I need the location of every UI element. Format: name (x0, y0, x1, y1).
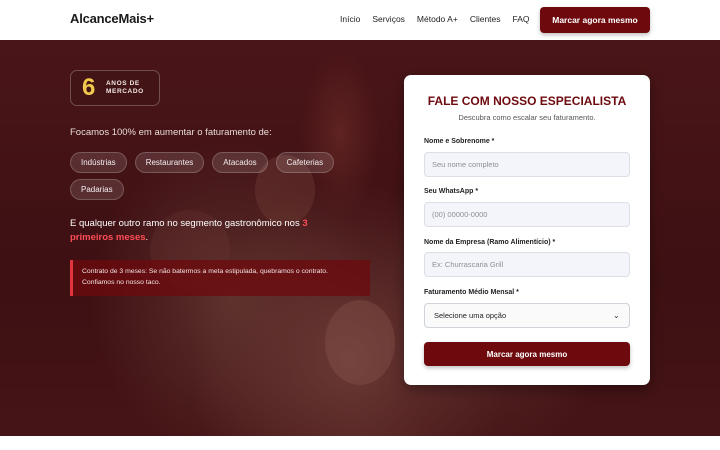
years-label-line1: ANOS DE (106, 80, 140, 87)
segment-chip: Cafeterias (275, 152, 335, 173)
nav-link-clientes[interactable]: Clientes (470, 14, 501, 24)
nav-link-servicos[interactable]: Serviços (372, 14, 405, 24)
submit-button[interactable]: Marcar agora mesmo (424, 342, 630, 366)
name-label: Nome e Sobrenome * (424, 138, 495, 145)
revenue-select-value: Selecione uma opção (434, 311, 507, 320)
form-title: FALE COM NOSSO ESPECIALISTA (427, 94, 627, 108)
segment-chip: Restaurantes (134, 152, 205, 173)
company-input[interactable]: Ex: Churrascaria Grill (424, 252, 630, 277)
nav-links: Início Serviços Método A+ Clientes FAQ (340, 14, 542, 24)
segment-chip: Atacados (212, 152, 268, 173)
years-number: 6 (82, 74, 96, 101)
form-subtitle: Descubra como escalar seu faturamento. (458, 113, 596, 122)
whatsapp-label: Seu WhatsApp * (424, 188, 479, 195)
nav-link-faq[interactable]: FAQ (513, 14, 530, 24)
name-input[interactable]: Seu nome completo (424, 152, 630, 177)
lead-form-card: FALE COM NOSSO ESPECIALISTA Descubra com… (404, 75, 650, 385)
top-navbar: AlcanceMais+ Início Serviços Método A+ C… (0, 0, 720, 40)
whatsapp-input[interactable]: (00) 00000-0000 (424, 202, 630, 227)
guarantee-notice: Contrato de 3 meses: Se não batermos a m… (70, 260, 370, 296)
segment-chip: Padarias (70, 179, 124, 200)
brand-logo[interactable]: AlcanceMais+ (70, 11, 154, 26)
years-label-line2: MERCADO (106, 88, 144, 95)
nav-link-inicio[interactable]: Início (340, 14, 360, 24)
company-label: Nome da Empresa (Ramo Alimentício) * (424, 239, 556, 246)
segment-chip: Indústrias (70, 152, 127, 173)
claim-prefix: E qualquer outro ramo no segmento gastro… (70, 218, 303, 229)
segment-chips: Indústrias Restaurantes Atacados Cafeter… (70, 152, 340, 200)
revenue-select[interactable]: Selecione uma opção ⌄ (424, 303, 630, 328)
nav-cta-button[interactable]: Marcar agora mesmo (540, 7, 650, 33)
focus-text: Focamos 100% em aumentar o faturamento d… (70, 127, 272, 138)
chevron-down-icon: ⌄ (613, 311, 620, 320)
years-label: ANOS DE MERCADO (106, 80, 144, 96)
guarantee-text: Contrato de 3 meses: Se não batermos a m… (82, 268, 328, 286)
revenue-label: Faturamento Médio Mensal * (424, 289, 519, 296)
hero-claim: E qualquer outro ramo no segmento gastro… (70, 217, 330, 245)
years-badge: 6 ANOS DE MERCADO (70, 70, 160, 106)
claim-suffix: . (145, 232, 149, 243)
nav-link-metodo[interactable]: Método A+ (417, 14, 458, 24)
background-photo-shape (325, 300, 395, 385)
hero-section: 6 ANOS DE MERCADO Focamos 100% em aument… (0, 40, 720, 436)
